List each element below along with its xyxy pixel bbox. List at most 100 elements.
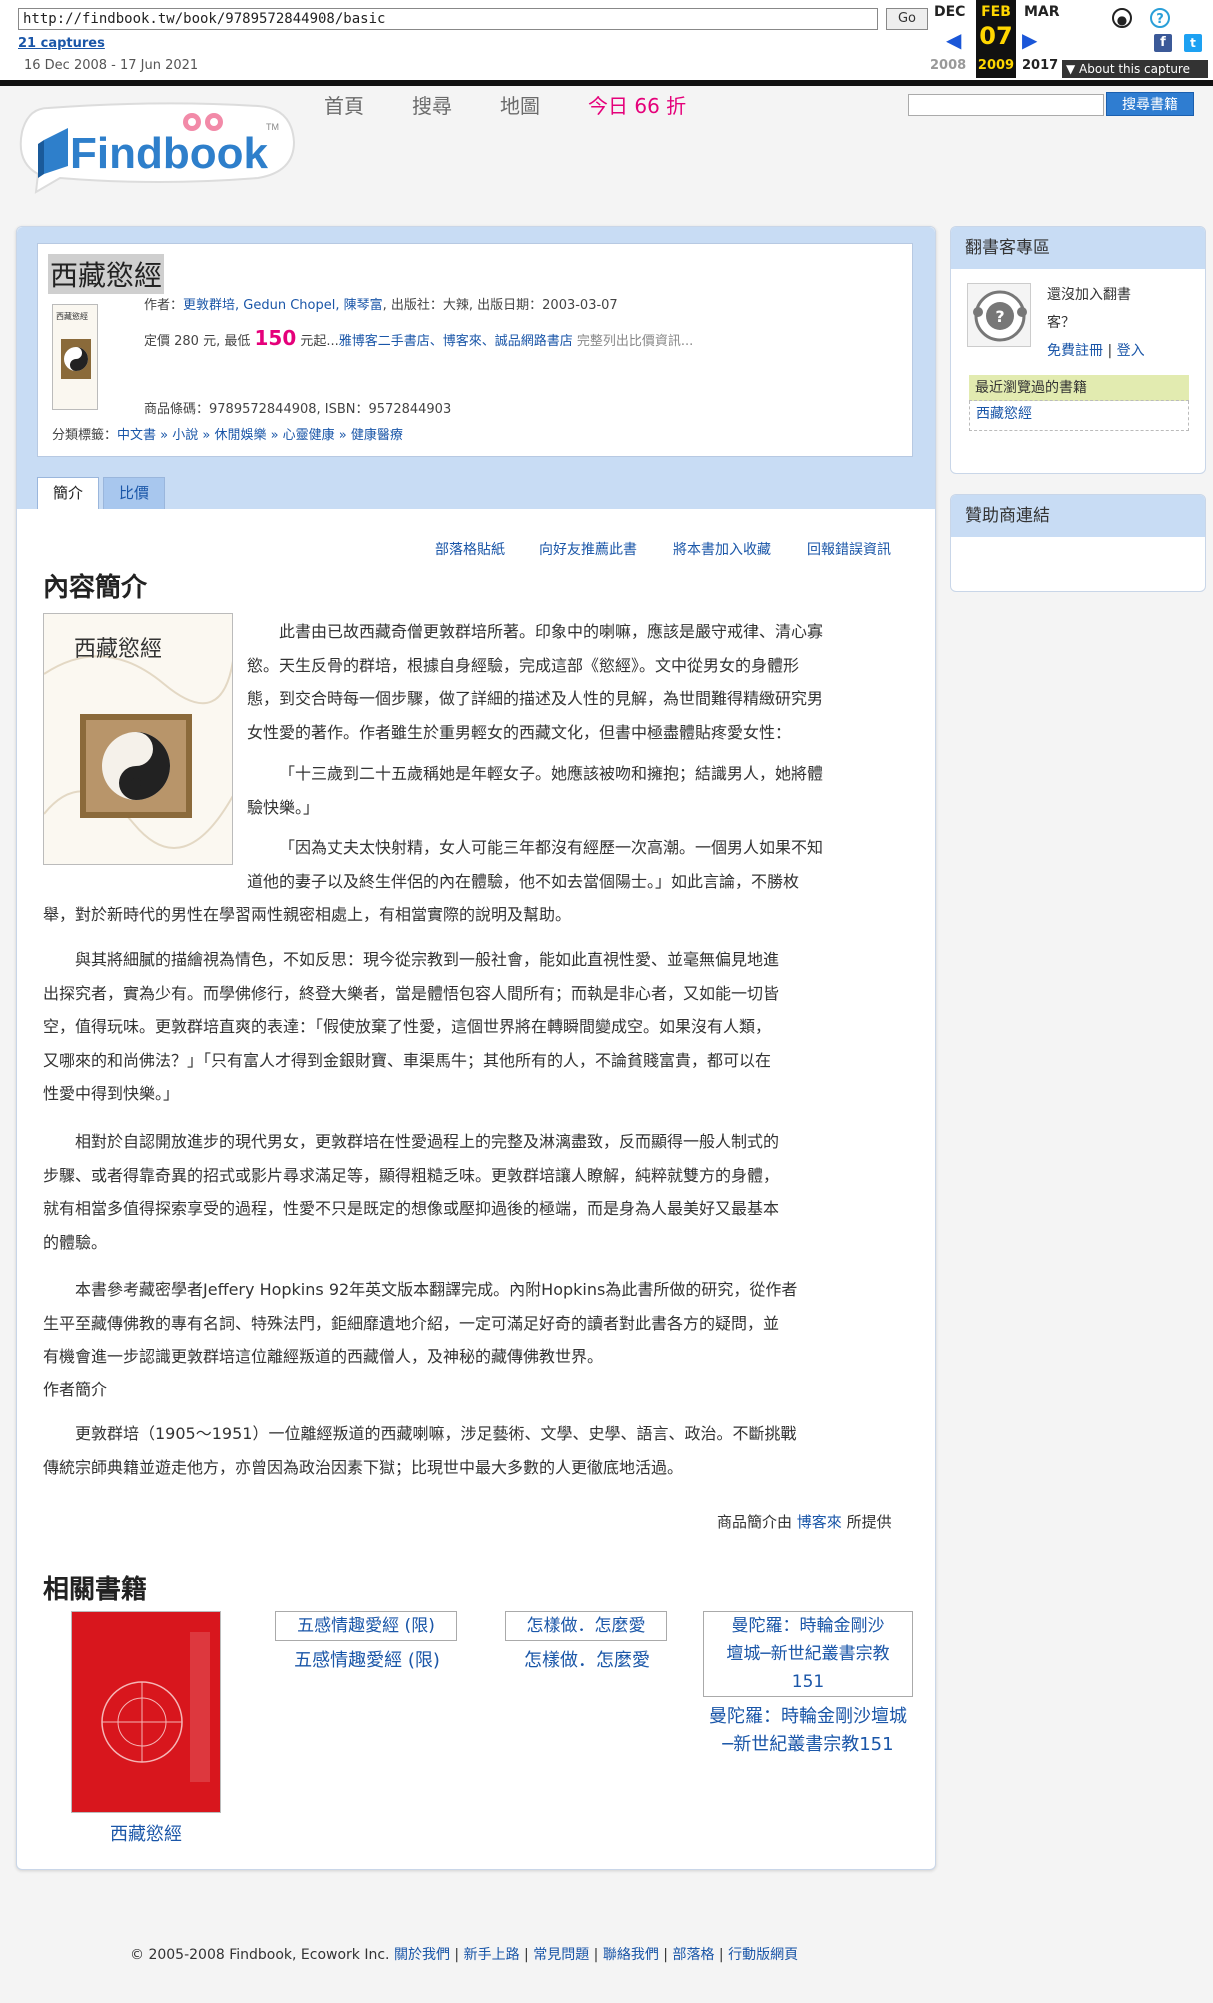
- auth-links: 免費註冊 | 登入: [1047, 343, 1145, 359]
- captures-link[interactable]: 21 captures: [18, 36, 105, 51]
- copyright: © 2005-2008 Findbook, Ecowork Inc.: [130, 1947, 390, 1963]
- avatar: ?: [967, 283, 1031, 347]
- related-book-image-broken[interactable]: 曼陀羅：時輪金剛沙 壇城─新世紀叢書宗教 151: [703, 1611, 913, 1697]
- footer: © 2005-2008 Findbook, Ecowork Inc. 關於我們 …: [130, 1947, 799, 1963]
- related-book-title[interactable]: 五感情趣愛經 (限): [257, 1647, 477, 1675]
- price-compare-link[interactable]: 完整列出比價資訊...: [573, 334, 693, 349]
- prev-capture-arrow-icon[interactable]: ◀: [946, 28, 961, 52]
- quote-line: 「十三歲到二十五歲稱她是年輕女子。她應該被吻和擁抱；結識男人，她將體: [279, 764, 824, 783]
- footer-link-newbie[interactable]: 新手上路: [464, 1947, 520, 1963]
- p1-line: 此書由已故西藏奇僧更敦群培所著。印象中的喇嘛，應該是嚴守戒律、清心寡: [279, 622, 824, 641]
- category-links[interactable]: 中文書 » 小說 » 休閒娛樂 » 心靈健康 » 健康醫療: [117, 428, 403, 443]
- p1-line: 慾。天生反骨的群培，根據自身經驗，完成這部《慾經》。文中從男女的身體形: [247, 655, 800, 675]
- recent-book-link[interactable]: 西藏慾經: [976, 406, 1032, 422]
- author-line: 作者：更敦群培, Gedun Chopel, 陳琴富, 出版社：大辣, 出版日期…: [144, 294, 618, 313]
- main-panel: 西藏慾經 西藏慾經 作者：更敦群培, Gedun Chopel, 陳琴富, 出版…: [16, 226, 936, 1870]
- tab-price-compare[interactable]: 比價: [103, 477, 165, 509]
- provider-prefix: 商品簡介由: [717, 1513, 797, 1531]
- month-prev[interactable]: DEC: [934, 4, 965, 20]
- content-provider: 商品簡介由 博客來 所提供: [717, 1511, 892, 1532]
- add-to-collection-link[interactable]: 將本書加入收藏: [673, 539, 771, 559]
- day-current: 07: [979, 22, 1013, 50]
- p2-line: 出探究者，實為少有。而學佛修行，終登大樂者，當是體悟包容人間所有；而執是非心者，…: [43, 983, 780, 1003]
- p4-line: 本書參考藏密學者Jeffery Hopkins 92年英文版本翻譯完成。內附Ho…: [75, 1280, 798, 1299]
- barcode-line: 商品條碼：9789572844908, ISBN：9572844903: [144, 402, 452, 417]
- year-prev[interactable]: 2008: [930, 58, 966, 73]
- p3-line: 步驟、或者得靠奇異的招式或影片尋求滿足等，顯得粗糙乏味。更敦群培讓人瞭解，純粹就…: [43, 1165, 780, 1185]
- join-prompt-line: 還沒加入翻書: [1047, 287, 1131, 303]
- related-book-image-broken[interactable]: 五感情趣愛經 (限): [275, 1611, 457, 1641]
- blogger-zone-heading: 翻書客專區: [951, 227, 1205, 269]
- nav-map[interactable]: 地圖: [500, 90, 540, 119]
- intro-paragraph-2: 與其將細膩的描繪視為情色，不如反思：現今從宗教到一般社會，能如此直視性愛、並毫無…: [43, 943, 923, 1111]
- p4-line: 生平至藏傳佛教的專有名詞、特殊法門，鉅細靡遺地介紹，一定可滿足好奇的讀者對此書各…: [43, 1313, 780, 1333]
- nav-home[interactable]: 首頁: [324, 90, 364, 119]
- author-intro-heading: 作者簡介: [43, 1380, 108, 1399]
- footer-link-faq[interactable]: 常見問題: [533, 1947, 589, 1963]
- recommend-friend-link[interactable]: 向好友推薦此書: [539, 539, 637, 559]
- provider-link[interactable]: 博客來: [797, 1513, 842, 1531]
- p1-line: 女性愛的著作。作者雖生於重男輕女的西藏文化，但書中極盡體貼疼愛女性：: [247, 722, 792, 742]
- book-info-box: 西藏慾經 西藏慾經 作者：更敦群培, Gedun Chopel, 陳琴富, 出版…: [37, 243, 913, 457]
- price-line: 定價 280 元, 最低 150 元起...雅博客二手書店、博客來、誠品網路書店…: [144, 326, 693, 350]
- blog-sticker-link[interactable]: 部落格貼紙: [435, 539, 505, 559]
- quote-2: 「因為丈夫太快射精，女人可能三年都沒有經歷一次高潮。一個男人如果不知 道他的妻子…: [247, 831, 929, 898]
- p3-line: 相對於自認開放進步的現代男女，更敦群培在性愛過程上的完整及淋漓盡致，反而顯得一般…: [75, 1132, 780, 1151]
- p1-line: 態，到交合時每一個步驟，做了詳細的描述及人性的見解，為世間難得精緻研究男: [247, 689, 824, 708]
- caption-line: 曼陀羅：時輪金剛沙壇城: [709, 1706, 907, 1727]
- related-book-title[interactable]: 曼陀羅：時輪金剛沙壇城 ─新世紀叢書宗教151: [693, 1703, 923, 1759]
- intro-paragraph-3: 相對於自認開放進步的現代男女，更敦群培在性愛過程上的完整及淋漓盡致，反而顯得一般…: [43, 1125, 923, 1259]
- p3-line: 的體驗。: [43, 1232, 108, 1252]
- twitter-icon[interactable]: t: [1184, 34, 1202, 52]
- next-capture-arrow-icon[interactable]: ▶: [1022, 28, 1037, 52]
- register-link[interactable]: 免費註冊: [1047, 343, 1103, 359]
- thumb-cover-title: 西藏慾經: [56, 311, 88, 321]
- alt-line: 151: [791, 1672, 825, 1692]
- sponsor-links-box: 贊助商連結: [950, 494, 1206, 592]
- join-prompt-line: 客？: [1047, 315, 1075, 331]
- category-tags: 分類標籤：中文書 » 小說 » 休閒娛樂 » 心靈健康 » 健康醫療: [52, 424, 403, 443]
- help-icon[interactable]: ?: [1150, 8, 1170, 28]
- account-icon[interactable]: ●: [1112, 8, 1132, 28]
- wayback-url-input[interactable]: http://findbook.tw/book/9789572844908/ba…: [18, 8, 878, 30]
- month-current: FEB: [981, 4, 1011, 20]
- findbook-logo[interactable]: Findbook TM: [8, 92, 296, 200]
- search-books-button[interactable]: 搜尋書籍: [1106, 92, 1194, 116]
- related-book-title[interactable]: 怎樣做．怎麼愛: [487, 1647, 687, 1675]
- about-capture-button[interactable]: ▼ About this capture: [1062, 60, 1208, 78]
- nav-search[interactable]: 搜尋: [412, 90, 452, 119]
- tab-intro[interactable]: 簡介: [37, 477, 99, 509]
- author-intro-paragraph: 更敦群培（1905～1951）一位離經叛道的西藏喇嘛，涉足藝術、文學、史學、語言…: [43, 1417, 923, 1484]
- related-book-image-broken[interactable]: 怎樣做．怎麼愛: [505, 1611, 667, 1641]
- search-input[interactable]: [908, 94, 1104, 116]
- book-cover-thumbnail[interactable]: 西藏慾經: [52, 304, 98, 410]
- quote-line: 道他的妻子以及終生伴侶的內在體驗，他不如去當個陽士。」如此言論，不勝枚: [247, 871, 800, 891]
- caption-line: ─新世紀叢書宗教151: [722, 1734, 894, 1755]
- month-next[interactable]: MAR: [1024, 4, 1060, 20]
- author-links[interactable]: 更敦群培, Gedun Chopel, 陳琴富: [183, 298, 383, 313]
- author-line: 傳統宗師典籍並遊走他方，亦曾因為政治因素下獄；比現世中最大多數的人更徹底地活過。: [43, 1457, 684, 1477]
- login-link[interactable]: 登入: [1117, 343, 1145, 359]
- quote-line: 驗快樂。」: [247, 797, 320, 817]
- p4-line: 有機會進一步認識更敦群培這位離經叛道的西藏僧人，及神秘的藏傳佛教世界。: [43, 1347, 604, 1366]
- footer-link-contact[interactable]: 聯絡我們: [603, 1947, 659, 1963]
- recent-books-heading: 最近瀏覽過的書籍: [969, 375, 1189, 401]
- nav-today-discount[interactable]: 今日 66 折: [588, 90, 686, 119]
- year-next[interactable]: 2017: [1022, 58, 1058, 73]
- store-links[interactable]: 雅博客二手書店、博客來、誠品網路書店: [339, 334, 573, 349]
- logo-tm: TM: [266, 122, 279, 132]
- related-book-title[interactable]: 西藏慾經: [71, 1821, 221, 1849]
- wayback-go-button[interactable]: Go: [886, 8, 928, 30]
- report-error-link[interactable]: 回報錯誤資訊: [807, 539, 891, 559]
- footer-link-mobile[interactable]: 行動版網頁: [728, 1947, 798, 1963]
- book-cover-large: 西藏慾經: [43, 613, 233, 865]
- footer-link-about[interactable]: 關於我們: [394, 1947, 450, 1963]
- svg-text:?: ?: [995, 307, 1004, 326]
- sponsor-links-heading: 贊助商連結: [951, 495, 1205, 537]
- footer-link-blog[interactable]: 部落格: [672, 1947, 714, 1963]
- recent-books-list: 西藏慾經: [969, 401, 1189, 431]
- lowest-price: 150: [254, 326, 297, 350]
- logo-text: Findbook: [70, 129, 268, 178]
- facebook-icon[interactable]: f: [1154, 34, 1172, 52]
- related-book-cover[interactable]: [71, 1611, 221, 1813]
